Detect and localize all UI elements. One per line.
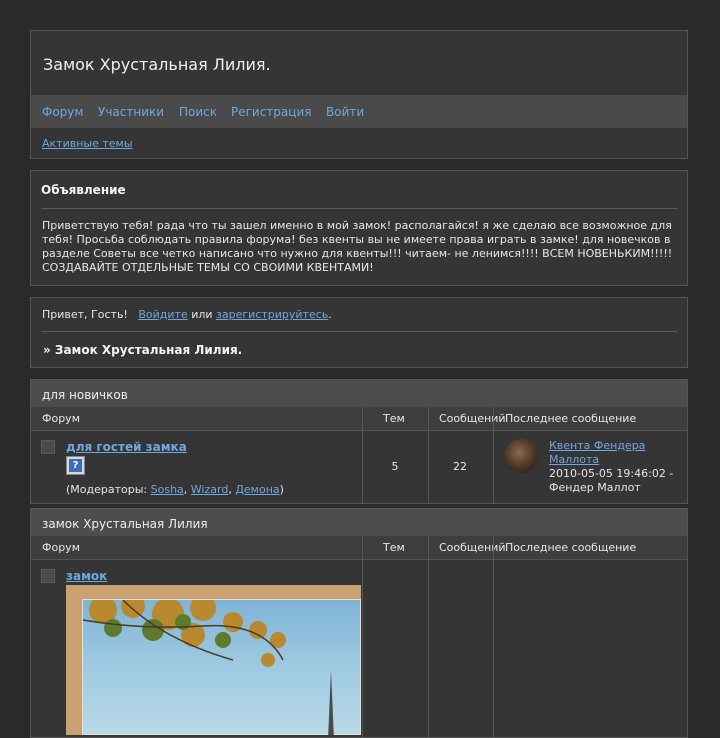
moderators-line: (Модераторы: Sosha, Wizard, Демона) — [66, 483, 284, 496]
painting-sky — [82, 599, 361, 735]
avatar[interactable] — [504, 439, 538, 473]
active-topics-link[interactable]: Активные темы — [42, 137, 133, 150]
register-link[interactable]: зарегистрируйтесь — [216, 308, 328, 321]
forum-banner-image — [66, 585, 361, 735]
painting-foliage — [83, 600, 334, 735]
period-text: . — [328, 308, 332, 321]
nav-forum[interactable]: Форум — [42, 105, 83, 119]
col-posts: Сообщений — [439, 541, 506, 554]
col-last-post: Последнее сообщение — [505, 541, 637, 554]
login-link[interactable]: Войдите — [138, 308, 187, 321]
col-forum: Форум — [42, 541, 80, 554]
guest-greeting: Привет, Гость! — [42, 308, 128, 321]
moderators-close: ) — [279, 483, 284, 496]
moderator-sosha[interactable]: Sosha — [151, 483, 184, 496]
category-title: замок Хрустальная Лилия — [42, 517, 208, 531]
column-divider — [493, 536, 494, 737]
announcement-text: Приветствую тебя! рада что ты зашел имен… — [42, 219, 673, 274]
forum-header: Замок Хрустальная Лилия. Форум Участники… — [30, 30, 688, 159]
category-header: замок Хрустальная Лилия — [31, 509, 687, 536]
last-post-date: 2010-05-05 19:46:02 - — [549, 467, 674, 480]
nav-members[interactable]: Участники — [98, 105, 164, 119]
moderators-label: (Модераторы: — [66, 483, 151, 496]
col-forum: Форум — [42, 412, 80, 425]
nav-login[interactable]: Войти — [326, 105, 364, 119]
column-divider — [493, 407, 494, 503]
column-divider — [362, 536, 363, 737]
breadcrumb: » Замок Хрустальная Лилия. — [43, 343, 243, 357]
divider — [41, 208, 677, 209]
topics-count: 5 — [391, 460, 399, 473]
forum-status-icon — [41, 440, 55, 454]
column-divider — [428, 536, 429, 737]
welcome-line: Привет, Гость! Войдите или зарегистрируй… — [42, 308, 332, 321]
moderator-wizard[interactable]: Wizard — [191, 483, 229, 496]
nav-register[interactable]: Регистрация — [231, 105, 311, 119]
last-post-author: Фендер Маллот — [549, 481, 641, 494]
last-post-link-cont[interactable]: Маллота — [549, 453, 599, 466]
welcome-panel: Привет, Гость! Войдите или зарегистрируй… — [30, 297, 688, 368]
moderator-demona[interactable]: Демона — [235, 483, 279, 496]
last-post-link[interactable]: Квента Фендера — [549, 439, 645, 452]
announcement-heading: Объявление — [41, 183, 126, 197]
category-header: для новичков — [31, 380, 687, 407]
posts-count: 22 — [453, 460, 467, 473]
help-icon[interactable]: ? — [66, 456, 85, 475]
forum-link-castle[interactable]: замок — [66, 569, 107, 583]
forum-link-guests[interactable]: для гостей замка — [66, 440, 187, 454]
category-castle: замок Хрустальная Лилия Форум Тем Сообще… — [30, 508, 688, 738]
col-last-post: Последнее сообщение — [505, 412, 637, 425]
column-divider — [428, 407, 429, 503]
main-nav: Форум Участники Поиск Регистрация Войти — [31, 95, 687, 128]
forum-status-icon — [41, 569, 55, 583]
column-divider — [362, 407, 363, 503]
divider — [41, 331, 677, 332]
col-topics: Тем — [383, 412, 405, 425]
column-headers: Форум Тем Сообщений Последнее сообщение — [31, 407, 687, 431]
nav-search[interactable]: Поиск — [179, 105, 217, 119]
or-text: или — [191, 308, 213, 321]
last-post-info: Квента Фендера Маллота 2010-05-05 19:46:… — [549, 439, 673, 495]
col-posts: Сообщений — [439, 412, 506, 425]
column-headers: Форум Тем Сообщений Последнее сообщение — [31, 536, 687, 560]
announcement-panel: Объявление Приветствую тебя! рада что ты… — [30, 170, 688, 286]
forum-title: Замок Хрустальная Лилия. — [43, 55, 271, 74]
col-topics: Тем — [383, 541, 405, 554]
category-title: для новичков — [42, 388, 128, 402]
category-newcomers: для новичков Форум Тем Сообщений Последн… — [30, 379, 688, 504]
